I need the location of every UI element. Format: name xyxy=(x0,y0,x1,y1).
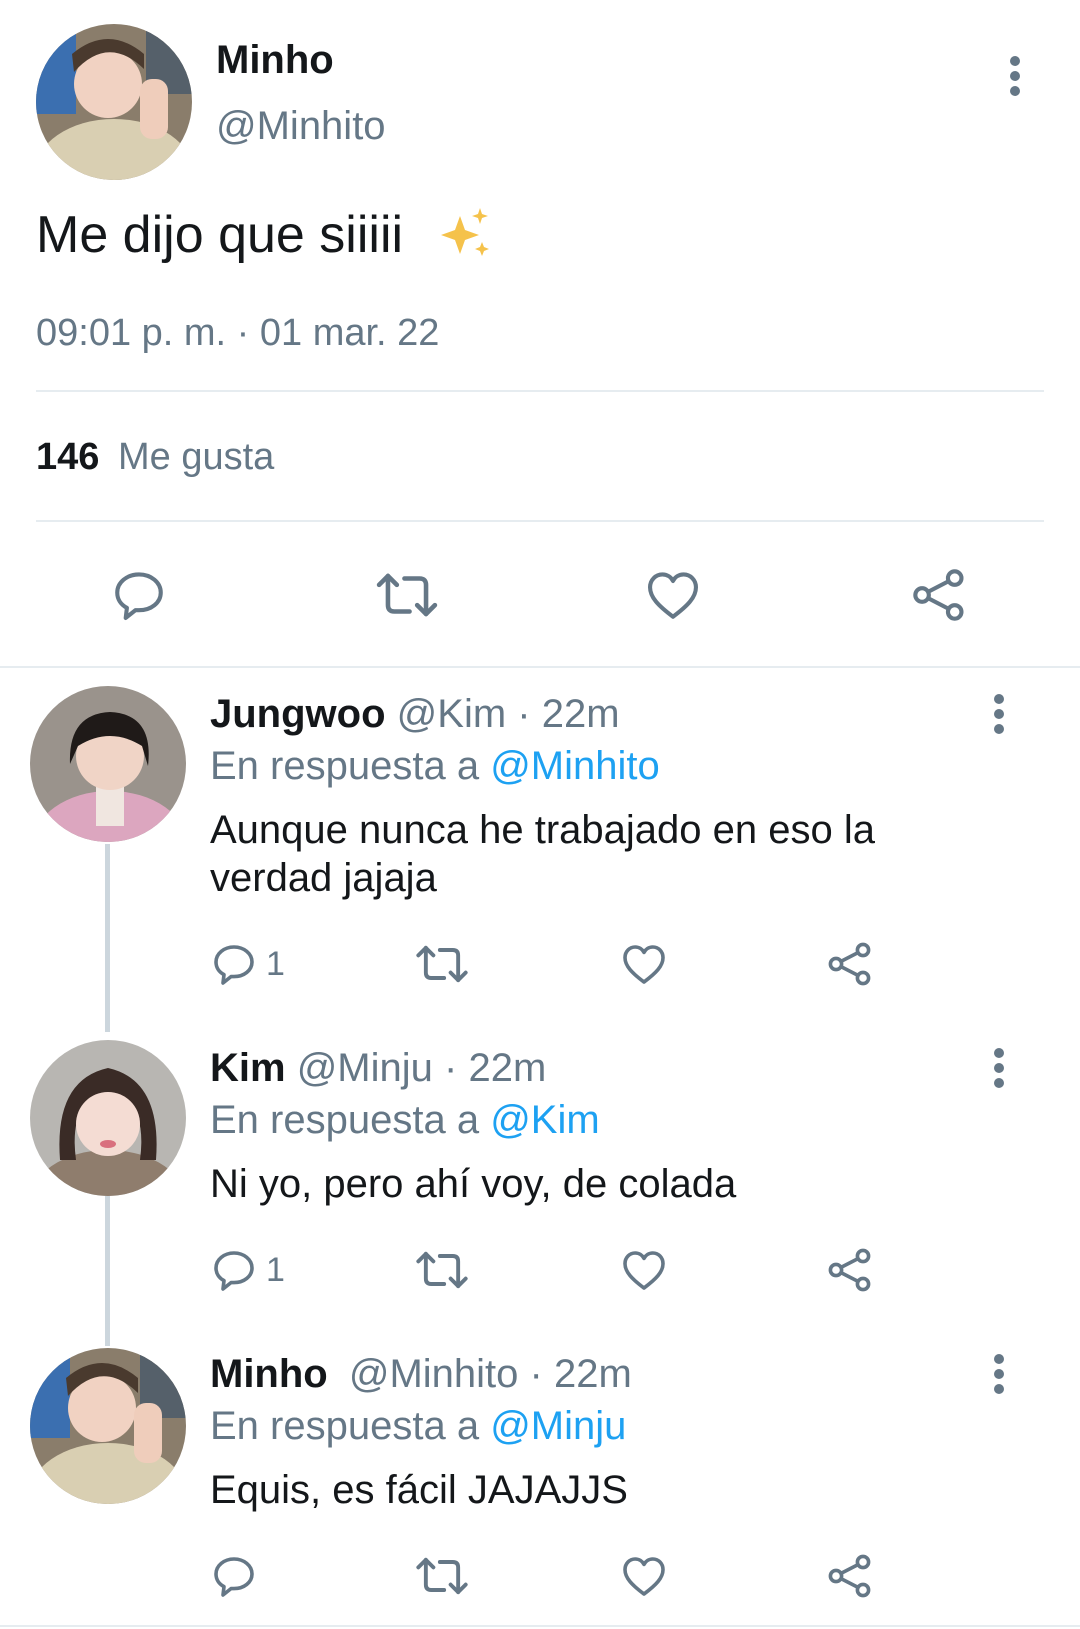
reply-header: Minho @Minhito · 22m xyxy=(210,1352,632,1397)
more-vertical-icon[interactable] xyxy=(984,692,1014,736)
avatar[interactable] xyxy=(30,686,186,842)
tweet-text-row: Me dijo que siiiii xyxy=(36,204,494,265)
likes-stat[interactable]: 146 Me gusta xyxy=(36,436,274,479)
heart-icon xyxy=(647,572,699,619)
divider xyxy=(0,666,1080,668)
retweet-button[interactable] xyxy=(414,940,470,988)
like-button[interactable] xyxy=(620,940,668,988)
reply-text: Equis, es fácil JAJAJJS xyxy=(210,1468,628,1512)
reply-to-link[interactable]: @Kim xyxy=(490,1098,600,1142)
reply-author-name[interactable]: Jungwoo xyxy=(210,692,386,736)
heart-icon xyxy=(623,1557,665,1596)
more-vertical-icon[interactable] xyxy=(1000,54,1030,98)
reply-prefix: En respuesta a xyxy=(210,1404,480,1448)
reply-author-name[interactable]: Minho xyxy=(210,1352,328,1396)
reply-author-handle[interactable]: @Minhito xyxy=(349,1352,519,1396)
retweet-button[interactable] xyxy=(374,566,440,624)
comment-icon xyxy=(214,1557,254,1597)
thread-line xyxy=(105,844,110,1032)
retweet-icon xyxy=(416,1557,468,1595)
divider xyxy=(36,520,1044,522)
reply-context: En respuesta a @Minhito xyxy=(210,744,660,789)
reply-prefix: En respuesta a xyxy=(210,1098,480,1142)
like-button[interactable] xyxy=(644,566,702,624)
avatar[interactable] xyxy=(30,1040,186,1196)
reply-time: · 22m xyxy=(529,1352,632,1396)
author-name[interactable]: Minho xyxy=(216,38,334,83)
retweet-button[interactable] xyxy=(414,1246,470,1294)
avatar[interactable] xyxy=(36,24,192,180)
share-button[interactable] xyxy=(826,1552,874,1600)
heart-icon xyxy=(623,945,665,984)
share-icon xyxy=(828,1248,871,1292)
reply-count: 1 xyxy=(266,1250,285,1289)
comment-icon xyxy=(115,572,163,621)
reply-button[interactable]: 1 xyxy=(210,1246,285,1294)
retweet-icon xyxy=(416,1251,468,1289)
comment-icon xyxy=(214,1251,254,1291)
avatar[interactable] xyxy=(30,1348,186,1504)
retweet-button[interactable] xyxy=(414,1552,470,1600)
reply-context: En respuesta a @Kim xyxy=(210,1098,600,1143)
share-icon xyxy=(828,1554,871,1598)
share-button[interactable] xyxy=(826,1246,874,1294)
retweet-icon xyxy=(416,945,468,983)
reply-count: 1 xyxy=(266,944,285,983)
retweet-icon xyxy=(376,573,438,617)
reply-to-link[interactable]: @Minhito xyxy=(490,744,660,788)
reply-time: · 22m xyxy=(444,1046,547,1090)
reply-text: Ni yo, pero ahí voy, de colada xyxy=(210,1162,737,1206)
reply-button[interactable] xyxy=(110,566,168,624)
share-icon xyxy=(828,942,871,986)
more-vertical-icon[interactable] xyxy=(984,1352,1014,1396)
share-button[interactable] xyxy=(826,940,874,988)
comment-icon xyxy=(214,945,254,985)
likes-count: 146 xyxy=(36,436,100,478)
reply-text: Aunque nunca he trabajado en eso la verd… xyxy=(210,808,875,900)
reply-prefix: En respuesta a xyxy=(210,744,480,788)
divider xyxy=(0,1625,1080,1627)
tweet-text: Me dijo que siiiii xyxy=(36,206,404,264)
reply-to-link[interactable]: @Minju xyxy=(490,1404,626,1448)
reply-context: En respuesta a @Minju xyxy=(210,1404,626,1449)
reply-author-handle[interactable]: @Minju xyxy=(297,1046,433,1090)
sparkles-icon xyxy=(434,204,494,264)
reply-header: Jungwoo @Kim · 22m xyxy=(210,692,620,737)
author-handle[interactable]: @Minhito xyxy=(216,104,386,149)
share-button[interactable] xyxy=(910,566,968,624)
thread-line xyxy=(105,1196,110,1346)
like-button[interactable] xyxy=(620,1552,668,1600)
divider xyxy=(36,390,1044,392)
share-icon xyxy=(913,569,964,621)
more-vertical-icon[interactable] xyxy=(984,1046,1014,1090)
likes-label: Me gusta xyxy=(117,436,275,478)
reply-button[interactable]: 1 xyxy=(210,940,285,988)
reply-header: Kim @Minju · 22m xyxy=(210,1046,546,1091)
reply-author-handle[interactable]: @Kim xyxy=(397,692,507,736)
like-button[interactable] xyxy=(620,1246,668,1294)
tweet-timestamp[interactable]: 09:01 p. m. · 01 mar. 22 xyxy=(36,312,439,355)
reply-button[interactable] xyxy=(210,1552,266,1600)
heart-icon xyxy=(623,1251,665,1290)
reply-time: · 22m xyxy=(517,692,620,736)
reply-author-name[interactable]: Kim xyxy=(210,1046,286,1090)
